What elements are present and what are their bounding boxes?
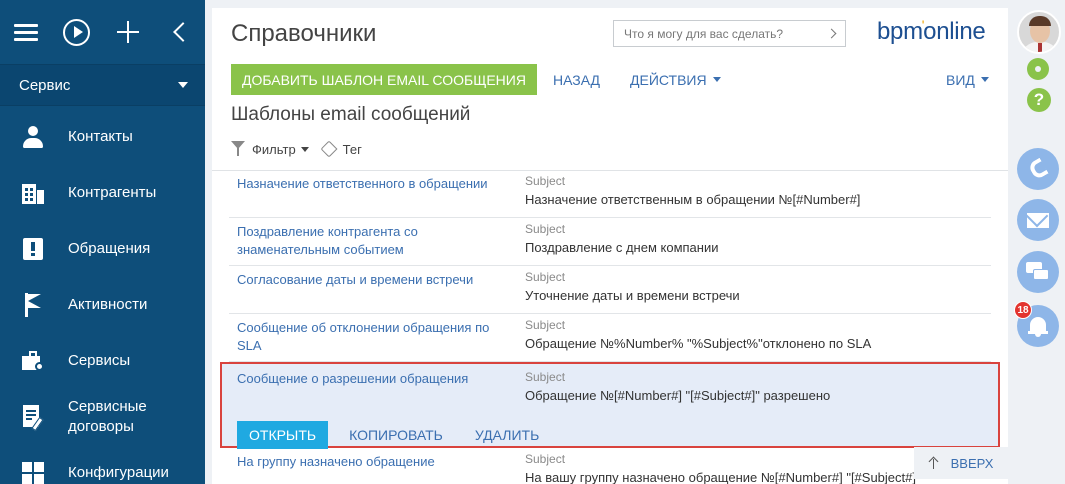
chat-button[interactable] [1017, 251, 1059, 293]
avatar[interactable] [1017, 10, 1061, 54]
sidebar: Сервис Контакты Контрагенты Обращения Ак… [0, 0, 205, 484]
back-button[interactable]: НАЗАД [553, 64, 600, 95]
exclamation-icon [23, 238, 43, 260]
chevron-down-icon [178, 82, 188, 88]
sidebar-item-cases[interactable]: Обращения [0, 221, 205, 277]
bell-icon [1028, 315, 1048, 337]
briefcase-icon [22, 350, 44, 372]
chat-icon [1026, 262, 1050, 282]
collapse-sidebar-button[interactable] [154, 0, 205, 64]
page-title: Справочники [231, 20, 377, 47]
command-search-input[interactable]: Что я могу для вас сделать? [613, 20, 846, 47]
delete-button[interactable]: УДАЛИТЬ [475, 427, 539, 443]
view-menu[interactable]: ВИД [946, 64, 989, 95]
add-template-button[interactable]: ДОБАВИТЬ ШАБЛОН EMAIL СООБЩЕНИЯ [231, 64, 537, 95]
filter-bar: Фильтр Тег [231, 139, 362, 159]
list-item[interactable]: Согласование даты и времени встречи Subj… [229, 266, 991, 314]
row-actions: ОТКРЫТЬ КОПИРОВАТЬ УДАЛИТЬ [237, 421, 539, 449]
notification-count-badge: 18 [1014, 301, 1032, 319]
gear-icon[interactable] [1027, 58, 1049, 80]
view-label: ВИД [946, 71, 975, 88]
sidebar-item-label: Контакты [68, 128, 133, 145]
sidebar-item-label: Сервисные договоры [68, 398, 147, 435]
chevron-left-icon [173, 22, 194, 42]
actions-label: ДЕЙСТВИЯ [630, 71, 707, 88]
list-item-selected[interactable]: Сообщение о разрешении обращения Subject… [220, 362, 1000, 449]
section-title: Шаблоны email сообщений [231, 104, 471, 125]
subject-value: Уточнение даты и времени встречи [525, 288, 740, 303]
grid-icon [22, 462, 44, 484]
sidebar-item-label: Обращения [68, 240, 151, 257]
subject-label: Subject [525, 174, 566, 188]
subject-label: Subject [525, 318, 566, 332]
subject-label: Subject [525, 222, 566, 236]
back-to-top-button[interactable]: ВВЕРХ [914, 447, 1008, 479]
subject-label: Subject [525, 452, 566, 466]
back-to-top-label: ВВЕРХ [950, 455, 994, 471]
email-button[interactable] [1017, 199, 1059, 241]
add-button[interactable] [103, 0, 154, 64]
phone-icon [1027, 157, 1049, 181]
search-placeholder: Что я могу для вас сделать? [624, 26, 784, 41]
play-icon [63, 18, 91, 46]
mail-icon [1027, 212, 1049, 228]
workspace-label: Сервис [19, 76, 71, 94]
chevron-down-icon[interactable] [300, 146, 309, 152]
tag-icon [320, 140, 338, 158]
help-icon[interactable]: ? [1027, 88, 1051, 112]
sidebar-item-label: Контрагенты [68, 184, 157, 201]
subject-value: Поздравление с днем компании [525, 240, 719, 255]
workspace-select[interactable]: Сервис [0, 64, 205, 106]
sidebar-item-contacts[interactable]: Контакты [0, 109, 205, 165]
contract-icon [23, 405, 44, 432]
open-button[interactable]: ОТКРЫТЬ [237, 421, 329, 449]
subject-label: Subject [525, 370, 566, 384]
sidebar-item-service-contracts[interactable]: Сервисные договоры [0, 389, 205, 445]
filter-button[interactable]: Фильтр [252, 142, 296, 157]
sidebar-item-configurations[interactable]: Конфигурации [0, 445, 205, 484]
subject-label: Subject [525, 270, 566, 284]
copy-button[interactable]: КОПИРОВАТЬ [349, 427, 443, 443]
template-name-link[interactable]: Сообщение о разрешении обращения [237, 370, 497, 388]
sidebar-item-label: Конфигурации [68, 464, 169, 481]
list-item[interactable]: Поздравление контрагента со знаменательн… [229, 218, 991, 266]
template-name-link[interactable]: Назначение ответственного в обращении [237, 175, 497, 193]
templates-list: Назначение ответственного в обращении Su… [212, 170, 1008, 484]
building-icon [22, 182, 44, 204]
subject-value: Назначение ответственным в обращении №[#… [525, 192, 861, 207]
sidebar-item-activities[interactable]: Активности [0, 277, 205, 333]
chevron-right-icon[interactable] [826, 28, 837, 39]
filter-icon [231, 141, 245, 157]
flag-icon [23, 293, 43, 317]
list-item[interactable]: На группу назначено обращение Subject На… [229, 448, 991, 484]
chevron-down-icon [980, 77, 989, 82]
communication-panel: ? 18 [1013, 0, 1065, 484]
tag-button[interactable]: Тег [343, 142, 362, 157]
plus-icon [117, 21, 140, 43]
chevron-down-icon [712, 77, 721, 82]
sidebar-item-label: Сервисы [68, 352, 131, 369]
actions-menu[interactable]: ДЕЙСТВИЯ [630, 64, 721, 95]
subject-value: На вашу группу назначено обращение №[#Nu… [525, 470, 921, 484]
menu-button[interactable] [0, 0, 51, 64]
subject-value: Обращение №[#Number#] "[#Subject#]" разр… [525, 388, 831, 403]
main-panel: Справочники Что я могу для вас сделать? … [212, 8, 1008, 484]
sidebar-toolbar [0, 0, 205, 64]
sidebar-item-label: Активности [68, 296, 148, 313]
subject-value: Обращение №%Number% "%Subject%"отклонено… [525, 336, 872, 351]
arrow-up-icon [929, 457, 939, 469]
process-button[interactable] [51, 0, 102, 64]
template-name-link[interactable]: Согласование даты и времени встречи [237, 271, 497, 289]
template-name-link[interactable]: Поздравление контрагента со знаменательн… [237, 223, 497, 259]
bpmonline-logo: bpm'online [877, 17, 986, 45]
template-name-link[interactable]: На группу назначено обращение [237, 453, 497, 471]
phone-button[interactable] [1017, 148, 1059, 190]
person-icon [22, 126, 44, 148]
list-item[interactable]: Назначение ответственного в обращении Su… [229, 170, 991, 218]
template-name-link[interactable]: Сообщение об отклонении обращения по SLA [237, 319, 497, 355]
hamburger-icon [13, 20, 38, 45]
list-item[interactable]: Сообщение об отклонении обращения по SLA… [229, 314, 991, 362]
sidebar-item-services[interactable]: Сервисы [0, 333, 205, 389]
sidebar-item-accounts[interactable]: Контрагенты [0, 165, 205, 221]
